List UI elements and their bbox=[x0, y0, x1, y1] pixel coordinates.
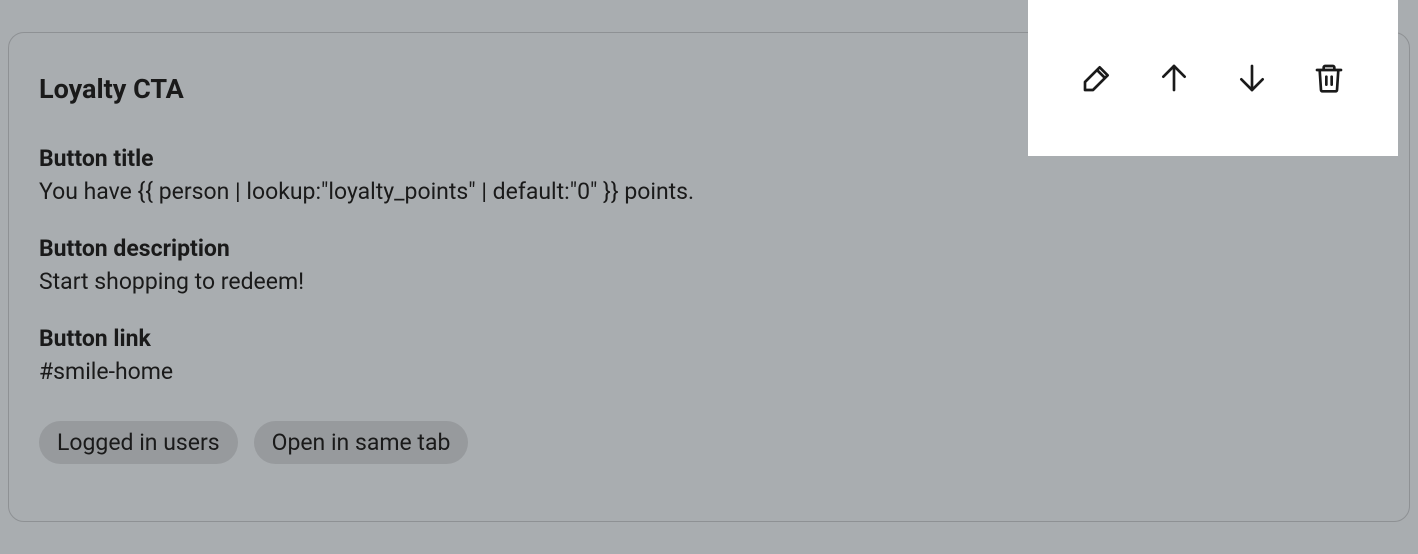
tag-logged-in-users: Logged in users bbox=[39, 421, 238, 464]
trash-icon bbox=[1313, 62, 1345, 94]
delete-button[interactable] bbox=[1305, 54, 1353, 102]
edit-button[interactable] bbox=[1073, 54, 1121, 102]
button-description-field: Button description Start shopping to red… bbox=[39, 235, 1379, 295]
button-link-label: Button link bbox=[39, 325, 1379, 352]
tags-container: Logged in users Open in same tab bbox=[39, 421, 1379, 464]
button-title-value: You have {{ person | lookup:"loyalty_poi… bbox=[39, 178, 1379, 205]
tag-open-in-same-tab: Open in same tab bbox=[254, 421, 469, 464]
arrow-up-icon bbox=[1158, 62, 1190, 94]
button-description-label: Button description bbox=[39, 235, 1379, 262]
button-link-value: #smile-home bbox=[39, 358, 1379, 385]
action-toolbar bbox=[1028, 0, 1398, 156]
arrow-down-icon bbox=[1236, 62, 1268, 94]
move-down-button[interactable] bbox=[1228, 54, 1276, 102]
button-description-value: Start shopping to redeem! bbox=[39, 268, 1379, 295]
pencil-icon bbox=[1081, 62, 1113, 94]
button-link-field: Button link #smile-home bbox=[39, 325, 1379, 385]
move-up-button[interactable] bbox=[1150, 54, 1198, 102]
